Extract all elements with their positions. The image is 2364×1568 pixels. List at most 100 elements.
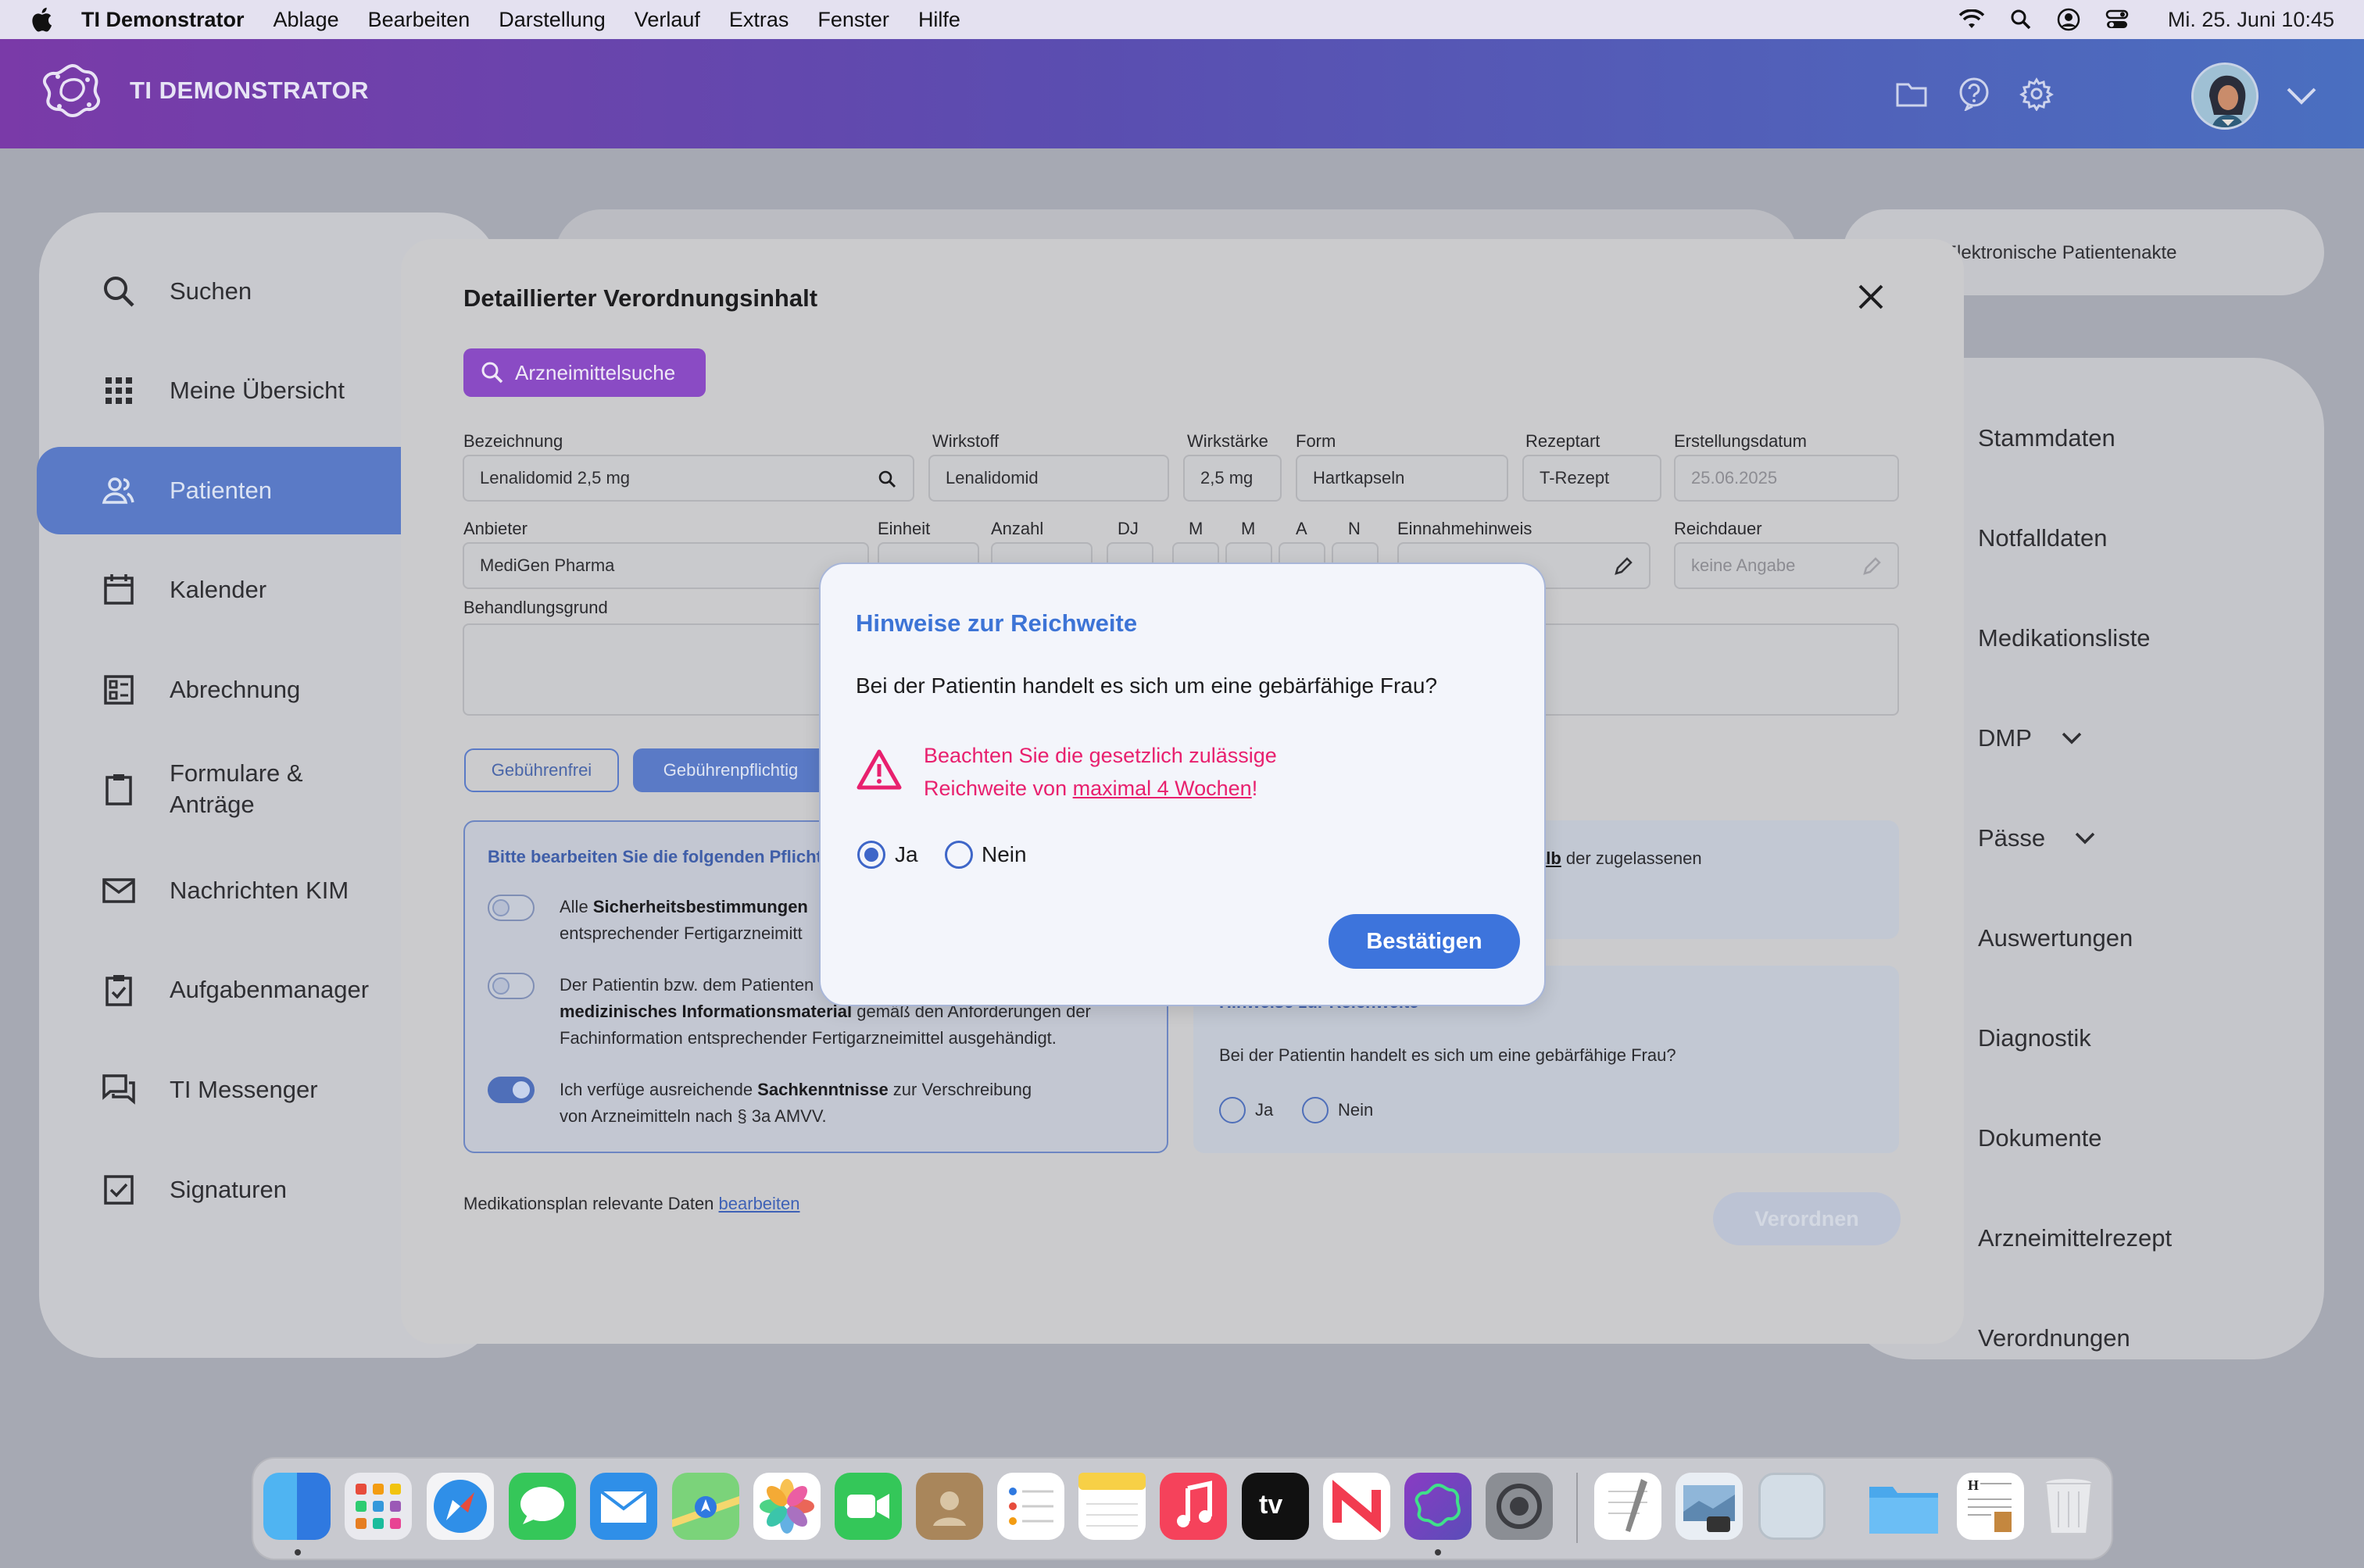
menubar-clock[interactable]: Mi. 25. Juni 10:45 [2168, 8, 2334, 32]
user-account-icon[interactable] [2057, 8, 2080, 31]
rightnav-label: Medikationsliste [1978, 624, 2151, 652]
user-avatar[interactable] [2191, 63, 2258, 130]
chevron-down-icon[interactable] [2060, 730, 2083, 746]
maps-icon[interactable] [672, 1473, 739, 1540]
sidebar-item-label: TI Messenger [170, 1076, 318, 1103]
bezeichnung-field[interactable]: Lenalidomid 2,5 mg [463, 455, 914, 502]
sidebar-item-kalender[interactable]: Kalender [37, 547, 404, 633]
reichweite-panel-radio-nein[interactable] [1302, 1097, 1329, 1123]
notes-icon[interactable] [1078, 1473, 1146, 1540]
bearbeiten-link[interactable]: bearbeiten [719, 1194, 800, 1213]
wirkstaerke-field[interactable]: 2,5 mg [1183, 455, 1282, 502]
dialog-radio-ja[interactable] [857, 841, 885, 869]
toggle-sicherheitsbestimmungen[interactable] [488, 895, 535, 921]
menu-bearbeiten[interactable]: Bearbeiten [368, 8, 470, 32]
sidebar-item-formulare[interactable]: Formulare & Anträge [37, 746, 404, 832]
label-form: Form [1296, 431, 1336, 451]
mail-icon[interactable] [590, 1473, 657, 1540]
facetime-icon[interactable] [835, 1473, 902, 1540]
reminders-icon[interactable] [997, 1473, 1064, 1540]
chevron-down-icon[interactable] [2073, 830, 2097, 846]
dialog-radio-nein[interactable] [945, 841, 973, 869]
safari-icon[interactable] [427, 1473, 494, 1540]
pencil-icon[interactable] [1862, 556, 1882, 577]
rezeptart-field[interactable]: T-Rezept [1522, 455, 1661, 502]
help-icon[interactable] [1957, 77, 1991, 111]
system-settings-icon[interactable] [1486, 1473, 1553, 1540]
toggle-sachkenntnisse[interactable] [488, 1077, 535, 1103]
folder-icon[interactable] [1866, 1473, 1938, 1540]
wirkstoff-field[interactable]: Lenalidomid [928, 455, 1169, 502]
label-morgens: M [1189, 519, 1203, 538]
music-icon[interactable] [1160, 1473, 1227, 1540]
sidebar-item-uebersicht[interactable]: Meine Übersicht [37, 348, 404, 434]
menu-bar: TI Demonstrator Ablage Bearbeiten Darste… [0, 0, 2364, 39]
textedit-icon[interactable] [1594, 1473, 1661, 1540]
rightnav-label: Stammdaten [1978, 424, 2115, 452]
photos-icon[interactable] [753, 1473, 821, 1540]
sidebar-item-signaturen[interactable]: Signaturen [37, 1147, 404, 1233]
rightnav-label: Arzneimittelrezept [1978, 1224, 2173, 1252]
rightnav-paesse[interactable]: Pässe [1978, 824, 2097, 852]
menu-extras[interactable]: Extras [729, 8, 789, 32]
appletv-icon[interactable]: tv [1242, 1473, 1309, 1540]
reichdauer-placeholder: keine Angabe [1691, 555, 1796, 575]
close-icon[interactable] [1855, 281, 1887, 313]
control-center-icon[interactable] [2105, 9, 2129, 30]
rightnav-dmp[interactable]: DMP [1978, 724, 2083, 752]
label-abends: A [1296, 519, 1307, 538]
verordnen-button[interactable]: Verordnen [1713, 1192, 1901, 1245]
menu-verlauf[interactable]: Verlauf [635, 8, 700, 32]
sidebar-item-ti-messenger[interactable]: TI Messenger [37, 1047, 404, 1133]
document-icon[interactable]: H [1957, 1473, 2024, 1540]
rightnav-stammdaten[interactable]: Stammdaten [1978, 424, 2115, 452]
rightnav-notfalldaten[interactable]: Notfalldaten [1978, 524, 2107, 552]
form-field[interactable]: Hartkapseln [1296, 455, 1508, 502]
folder-icon[interactable] [1894, 77, 1929, 111]
chevron-down-icon[interactable] [2284, 80, 2319, 111]
appletv-label: tv [1259, 1490, 1283, 1520]
news-icon[interactable] [1323, 1473, 1390, 1540]
anbieter-field[interactable]: MediGen Pharma [463, 542, 869, 589]
ti-demonstrator-icon[interactable] [1404, 1473, 1472, 1540]
menu-darstellung[interactable]: Darstellung [499, 8, 606, 32]
pencil-icon[interactable] [1613, 556, 1633, 577]
rightnav-arzneimittelrezept[interactable]: Arzneimittelrezept [1978, 1224, 2172, 1252]
erstellungsdatum-field[interactable]: 25.06.2025 [1674, 455, 1899, 502]
trash-icon[interactable] [2035, 1473, 2102, 1540]
search-icon[interactable] [877, 469, 897, 489]
launchpad-icon[interactable] [345, 1473, 412, 1540]
rightnav-label: DMP [1978, 724, 2032, 752]
rightnav-label: Auswertungen [1978, 924, 2133, 952]
sidebar-item-aufgabenmanager[interactable]: Aufgabenmanager [37, 947, 404, 1033]
menu-app-name[interactable]: TI Demonstrator [81, 8, 245, 32]
contacts-icon[interactable] [916, 1473, 983, 1540]
warning-link[interactable]: maximal 4 Wochen [1073, 777, 1252, 800]
toggle-informationsmaterial[interactable] [488, 973, 535, 999]
sidebar-item-suchen[interactable]: Suchen [37, 248, 404, 334]
menu-ablage[interactable]: Ablage [274, 8, 339, 32]
reichweite-panel-radio-ja[interactable] [1219, 1097, 1246, 1123]
sidebar-item-nachrichten[interactable]: Nachrichten KIM [37, 848, 404, 934]
rightnav-verordnungen[interactable]: Verordnungen [1978, 1324, 2130, 1352]
blank-app-icon[interactable] [1758, 1473, 1826, 1540]
preview-icon[interactable] [1676, 1473, 1743, 1540]
menu-hilfe[interactable]: Hilfe [918, 8, 960, 32]
finder-icon[interactable] [263, 1473, 331, 1540]
rightnav-auswertungen[interactable]: Auswertungen [1978, 924, 2133, 952]
rightnav-dokumente[interactable]: Dokumente [1978, 1124, 2102, 1152]
menu-fenster[interactable]: Fenster [817, 8, 889, 32]
rightnav-medikationsliste[interactable]: Medikationsliste [1978, 624, 2151, 652]
rightnav-diagnostik[interactable]: Diagnostik [1978, 1024, 2091, 1052]
messages-icon[interactable] [509, 1473, 576, 1540]
apple-menu-icon[interactable] [30, 7, 53, 32]
wifi-icon[interactable] [1958, 9, 1985, 30]
gebuehrenfrei-button[interactable]: Gebührenfrei [464, 748, 619, 792]
medication-search-button[interactable]: Arzneimittelsuche [463, 348, 706, 397]
settings-gear-icon[interactable] [2019, 77, 2054, 111]
gebuehrenpflichtig-button[interactable]: Gebührenpflichtig [633, 748, 828, 792]
confirm-button[interactable]: Bestätigen [1329, 914, 1520, 969]
sidebar-item-abrechnung[interactable]: Abrechnung [37, 647, 404, 733]
reichdauer-field[interactable]: keine Angabe [1674, 542, 1899, 589]
spotlight-search-icon[interactable] [2010, 9, 2032, 30]
